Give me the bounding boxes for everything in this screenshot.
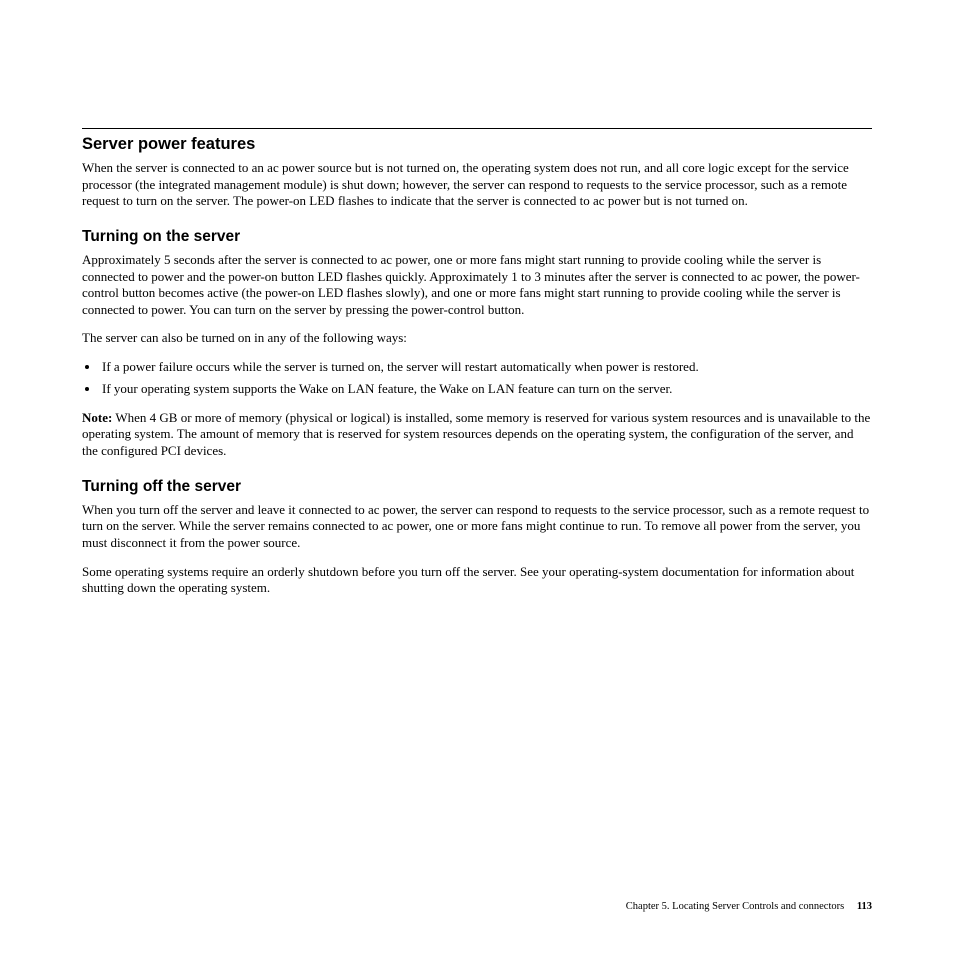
list-item: If a power failure occurs while the serv… xyxy=(100,359,872,376)
footer-page-number: 113 xyxy=(857,901,872,912)
paragraph: Approximately 5 seconds after the server… xyxy=(82,252,872,319)
paragraph: The server can also be turned on in any … xyxy=(82,330,872,347)
heading-turning-off: Turning off the server xyxy=(82,478,872,496)
note-text: When 4 GB or more of memory (physical or… xyxy=(82,410,870,458)
heading-server-power-features: Server power features xyxy=(82,135,872,154)
section-rule xyxy=(82,128,872,129)
heading-turning-on: Turning on the server xyxy=(82,228,872,246)
paragraph: Some operating systems require an orderl… xyxy=(82,564,872,597)
paragraph: When you turn off the server and leave i… xyxy=(82,502,872,552)
note-paragraph: Note: When 4 GB or more of memory (physi… xyxy=(82,410,872,460)
note-label: Note: xyxy=(82,410,112,425)
paragraph: When the server is connected to an ac po… xyxy=(82,160,872,210)
bullet-list: If a power failure occurs while the serv… xyxy=(82,359,872,398)
page-container: Server power features When the server is… xyxy=(0,0,954,954)
footer-chapter: Chapter 5. Locating Server Controls and … xyxy=(626,901,844,912)
list-item: If your operating system supports the Wa… xyxy=(100,381,872,398)
page-footer: Chapter 5. Locating Server Controls and … xyxy=(626,901,872,912)
